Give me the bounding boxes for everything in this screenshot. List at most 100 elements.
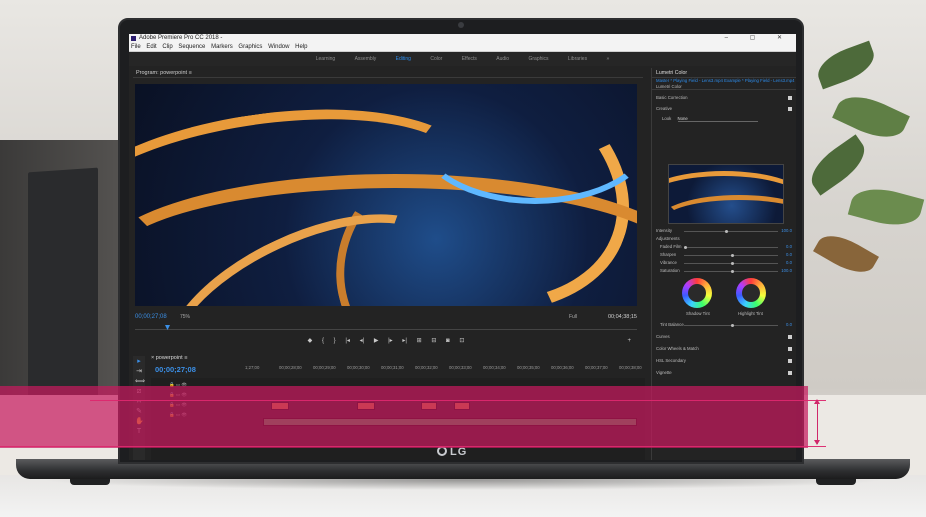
lumetri-source-tab[interactable]: Master * Playing Field - Lens3.mp4 [656,78,723,83]
close-button[interactable]: ✕ [777,35,792,41]
menu-sequence[interactable]: Sequence [178,44,205,50]
menu-window[interactable]: Window [268,44,289,50]
step-forward-button[interactable]: |▸ [388,338,393,344]
workspace-audio[interactable]: Audio [496,56,509,62]
track-select-tool-icon[interactable]: ⇥ [135,368,143,376]
workspace-libraries[interactable]: Libraries [568,56,587,62]
ruler-tick-label: 00;00;28;00 [279,365,302,370]
zoom-select[interactable]: 75% [180,312,190,322]
button-editor-icon[interactable]: + [627,334,631,348]
slider-knob[interactable] [731,324,734,327]
workspace-overflow-button[interactable]: » [606,56,609,62]
mark-out-button[interactable]: } [334,338,336,344]
menu-markers[interactable]: Markers [211,44,233,50]
premiere-app-icon [131,36,136,41]
saturation-slider[interactable] [684,270,778,273]
play-button[interactable]: ▶ [374,338,379,344]
panel-menu-icon[interactable]: ≡ [189,70,192,76]
ripple-edit-tool-icon[interactable]: ⟺ [135,378,145,386]
vibrance-value[interactable]: 0.0 [786,260,792,266]
menu-edit[interactable]: Edit [146,44,156,50]
slider-knob[interactable] [684,246,687,249]
workspace-editing[interactable]: Editing [396,56,411,62]
checkbox-icon[interactable] [788,335,792,339]
sharpen-value[interactable]: 0.0 [786,252,792,258]
checkbox-icon[interactable] [788,96,792,100]
workspace-learning[interactable]: Learning [316,56,335,62]
menu-file[interactable]: File [131,44,141,50]
checkbox-icon[interactable] [788,359,792,363]
panel-menu-icon[interactable]: ≡ [184,355,187,361]
program-monitor-video[interactable] [135,84,637,306]
workspace-color[interactable]: Color [430,56,442,62]
export-frame-icon[interactable]: ◙ [446,338,450,344]
add-marker-button[interactable]: ◆ [308,338,313,344]
checkbox-icon[interactable] [788,371,792,375]
slider-knob[interactable] [731,262,734,265]
window-controls[interactable]: – ▢ ✕ [725,34,792,43]
tint-balance-slider[interactable] [684,324,778,327]
checkbox-icon[interactable] [788,347,792,351]
webcam-icon [458,22,464,28]
maximize-button[interactable]: ▢ [750,35,766,41]
step-back-button[interactable]: ◂| [360,338,365,344]
mark-in-button[interactable]: { [322,338,324,344]
workspace-effects[interactable]: Effects [462,56,477,62]
vibrance-slider[interactable] [684,262,778,265]
faded-film-slider[interactable] [684,246,778,249]
comparison-view-button[interactable]: ⊡ [459,338,464,344]
slider-knob[interactable] [731,270,734,273]
menu-graphics[interactable]: Graphics [238,44,262,50]
slider-knob[interactable] [725,230,729,233]
program-scrub-bar[interactable] [135,325,637,330]
selection-tool-icon[interactable]: ▸ [135,358,143,366]
program-timecode[interactable]: 00;00;27;08 [135,314,167,320]
menu-clip[interactable]: Clip [162,44,172,50]
workspace-graphics[interactable]: Graphics [528,56,548,62]
faded-film-value[interactable]: 0.0 [786,244,792,250]
workspace-bar: Learning Assembly Editing Color Effects … [129,52,796,66]
saturation-row: Saturation 100.0 [660,268,792,274]
ruler-tick-label: 00;00;37;00 [585,365,608,370]
tint-balance-value[interactable]: 0.0 [786,322,792,328]
section-color-wheels[interactable]: Color Wheels & Match [656,346,792,352]
menu-bar: File Edit Clip Sequence Markers Graphics… [129,43,796,52]
section-curves[interactable]: Curves [656,334,792,340]
adjustments-header[interactable]: Adjustments [656,236,792,242]
go-to-out-button[interactable]: ▸| [402,338,407,344]
minimize-button[interactable]: – [725,35,738,41]
lift-button[interactable]: ⊞ [417,338,422,344]
section-hsl-secondary[interactable]: HSL Secondary [656,358,792,364]
timeline-title[interactable]: powerpoint [156,355,183,361]
sharpen-row: Sharpen 0.0 [660,252,792,258]
resolution-select[interactable]: Full [569,312,577,322]
go-to-in-button[interactable]: |◂ [345,338,350,344]
ruler-tick-label: 00;00;38;00 [619,365,642,370]
lumetri-sequence-tab[interactable]: Example * Playing Field - Lens3.mp4 [724,78,794,83]
timeline-ruler[interactable]: 1;27;00 00;00;28;00 00;00;29;00 00;00;30… [245,365,645,373]
workspace-assembly[interactable]: Assembly [355,56,377,62]
highlight-tint-wheel[interactable] [736,278,766,308]
playhead-marker[interactable] [165,325,170,330]
section-vignette[interactable]: Vignette [656,370,792,376]
timeline-close-icon[interactable]: × [151,355,154,361]
extract-button[interactable]: ⊟ [431,338,436,344]
slider-knob[interactable] [731,254,734,257]
timeline-timecode[interactable]: 00;00;27;08 [155,365,196,374]
menu-help[interactable]: Help [295,44,307,50]
intensity-slider[interactable] [684,230,778,233]
program-monitor-title[interactable]: Program: powerpoint [136,70,187,76]
lumetri-title[interactable]: Lumetri Color [652,68,796,78]
intensity-value[interactable]: 100.0 [781,228,792,234]
sharpen-slider[interactable] [684,254,778,257]
shadow-tint-wheel[interactable] [682,278,712,308]
section-creative[interactable]: Creative [656,106,792,112]
checkbox-icon[interactable] [788,107,792,111]
section-basic-correction[interactable]: Basic Correction [656,95,792,101]
look-select[interactable]: None [677,116,758,122]
look-preview-thumbnail[interactable] [668,164,784,224]
highlight-guide-line [0,446,826,447]
saturation-value[interactable]: 100.0 [781,268,792,274]
program-timecode-row: 00;00;27;08 75% Full 00;04;38;15 [135,312,637,322]
window-titlebar: Adobe Premiere Pro CC 2018 - – ▢ ✕ [129,34,796,43]
